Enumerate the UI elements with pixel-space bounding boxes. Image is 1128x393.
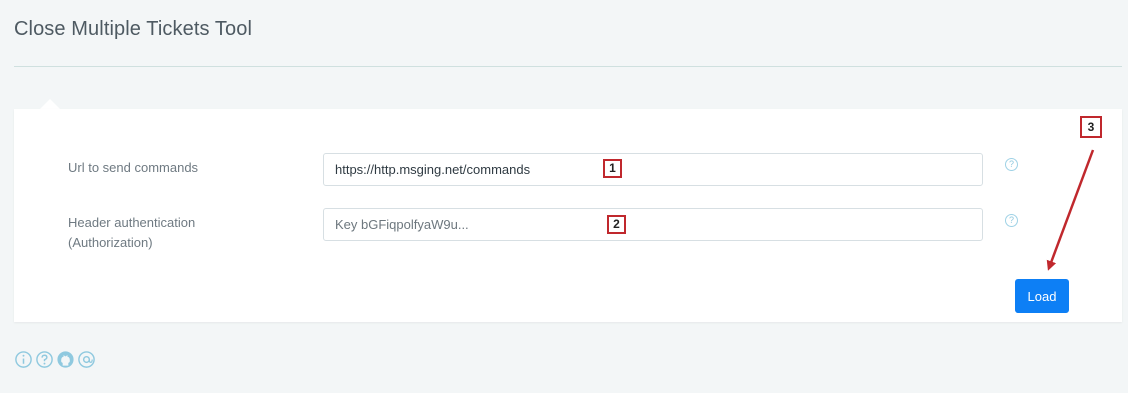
load-button[interactable]: Load (1015, 279, 1069, 313)
url-label: Url to send commands (68, 160, 199, 175)
auth-input[interactable] (323, 208, 983, 241)
url-help-icon[interactable]: ? (1005, 158, 1018, 171)
at-sign-icon[interactable] (77, 350, 96, 369)
help-circle-icon[interactable] (35, 350, 54, 369)
step-1-badge: 1 (603, 159, 622, 178)
info-icon[interactable] (14, 350, 33, 369)
auth-help-icon[interactable]: ? (1005, 214, 1018, 227)
auth-label-line2: (Authorization) (68, 235, 153, 250)
card-notch (40, 99, 60, 109)
form-card: Url to send commands ? Header authentica… (14, 109, 1122, 322)
auth-label: Header authentication (Authorization) (68, 213, 195, 253)
url-input[interactable] (323, 153, 983, 186)
github-icon[interactable] (56, 350, 75, 369)
auth-label-line1: Header authentication (68, 215, 196, 230)
title-divider (14, 66, 1122, 67)
footer-icons (14, 350, 96, 369)
step-3-badge: 3 (1080, 116, 1102, 138)
page-title: Close Multiple Tickets Tool (14, 18, 252, 40)
step-2-badge: 2 (607, 215, 626, 234)
